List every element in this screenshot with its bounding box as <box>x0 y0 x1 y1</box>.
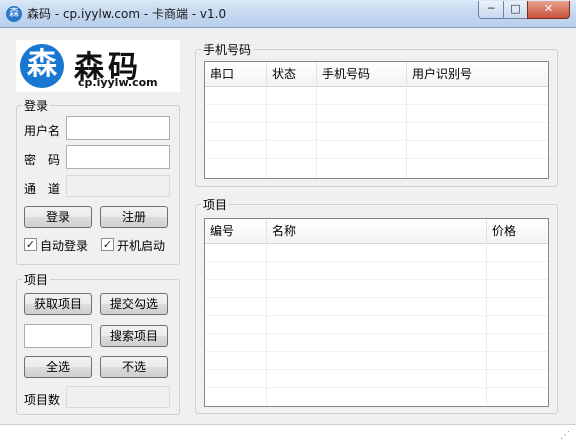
login-group-title: 登录 <box>22 97 51 114</box>
startup-label: 开机启动 <box>117 239 166 253</box>
select-all-button[interactable]: 全选 <box>24 356 92 378</box>
deselect-button[interactable]: 不选 <box>100 356 168 378</box>
auto-login-checkbox[interactable]: ✓ <box>24 238 37 251</box>
maximize-button[interactable]: □ <box>503 1 528 19</box>
username-label: 用户名 <box>24 124 61 138</box>
project-count-field <box>66 386 170 408</box>
phone-list[interactable]: 串口 状态 手机号码 用户识别号 <box>204 61 549 179</box>
column-header-status[interactable]: 状态 <box>267 62 317 86</box>
auto-login-label: 自动登录 <box>40 239 89 253</box>
status-bar <box>0 424 576 443</box>
maximize-icon: □ <box>510 2 521 15</box>
fetch-projects-button[interactable]: 获取项目 <box>24 293 92 315</box>
column-header-user-id[interactable]: 用户识别号 <box>407 62 548 86</box>
app-icon: 森 <box>6 6 22 22</box>
channel-field <box>66 175 170 197</box>
window-title: 森码 - cp.iyylw.com - 卡商端 - v1.0 <box>27 7 227 21</box>
submit-selection-button[interactable]: 提交勾选 <box>100 293 168 315</box>
project-list-header: 编号 名称 价格 <box>205 219 548 244</box>
logo: 森 森码 cp.iyylw.com <box>16 40 180 92</box>
column-header-price[interactable]: 价格 <box>487 219 548 243</box>
projects-panel-title: 项目 <box>22 271 51 288</box>
logo-icon: 森 <box>20 44 64 88</box>
column-header-phone[interactable]: 手机号码 <box>317 62 407 86</box>
register-button[interactable]: 注册 <box>100 206 168 228</box>
phone-list-header: 串口 状态 手机号码 用户识别号 <box>205 62 548 87</box>
minimize-icon: ─ <box>487 2 495 15</box>
project-list[interactable]: 编号 名称 价格 <box>204 218 549 407</box>
password-label: 密 码 <box>24 153 61 167</box>
channel-label: 通 道 <box>24 182 61 196</box>
close-icon: ✕ <box>543 2 554 15</box>
login-button[interactable]: 登录 <box>24 206 92 228</box>
startup-checkbox[interactable]: ✓ <box>101 238 114 251</box>
resize-grip-icon[interactable]: ⋰ <box>560 430 572 442</box>
project-list-title: 项目 <box>201 196 230 213</box>
project-count-label: 项目数 <box>24 393 61 407</box>
logo-url: cp.iyylw.com <box>78 76 158 89</box>
password-input[interactable] <box>66 145 170 169</box>
search-projects-button[interactable]: 搜索项目 <box>100 325 168 347</box>
column-header-id[interactable]: 编号 <box>205 219 267 243</box>
project-search-input[interactable] <box>24 324 92 348</box>
phone-numbers-title: 手机号码 <box>201 41 254 58</box>
column-header-name[interactable]: 名称 <box>267 219 487 243</box>
check-icon: ✓ <box>25 238 36 251</box>
username-input[interactable] <box>66 116 170 140</box>
column-header-port[interactable]: 串口 <box>205 62 267 86</box>
check-icon: ✓ <box>102 238 113 251</box>
minimize-button[interactable]: ─ <box>478 1 504 19</box>
close-button[interactable]: ✕ <box>527 1 570 19</box>
